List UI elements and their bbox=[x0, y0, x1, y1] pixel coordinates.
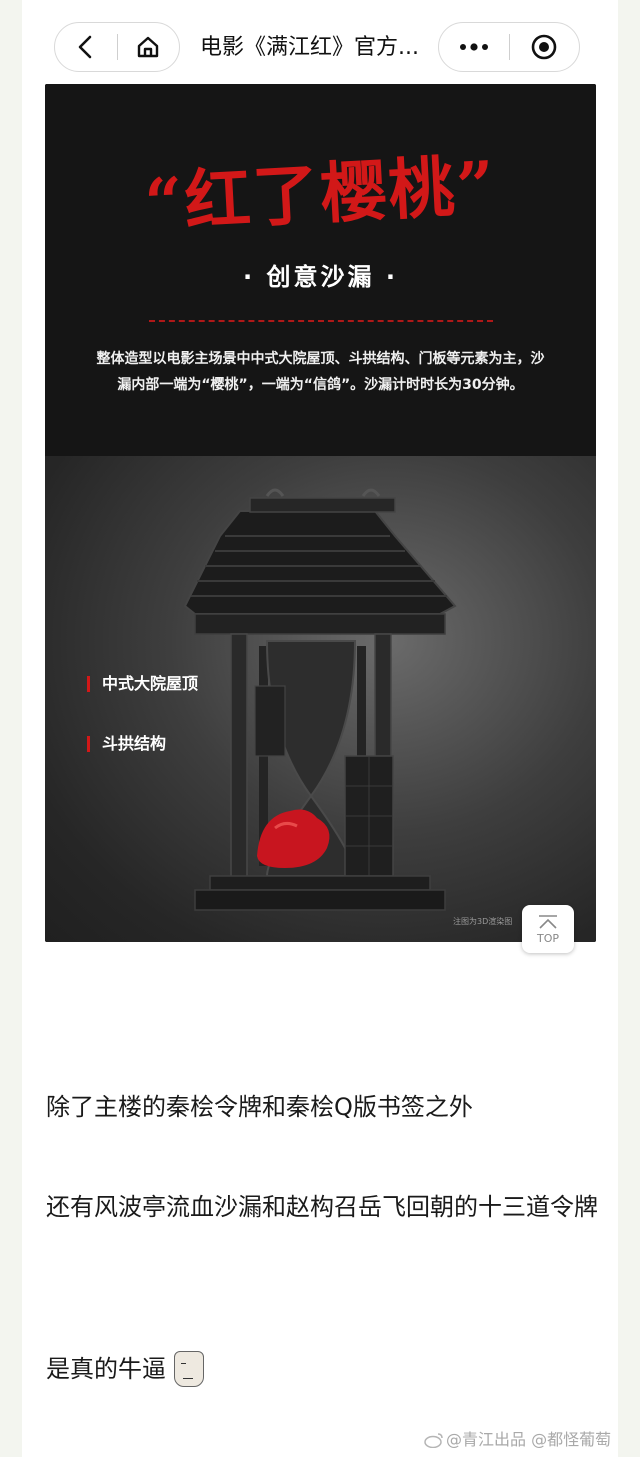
meme-face-icon bbox=[174, 1351, 204, 1387]
back-button[interactable] bbox=[55, 23, 117, 71]
article-paragraph-text: 是真的牛逼 bbox=[46, 1355, 166, 1383]
chevron-up-icon bbox=[539, 915, 557, 929]
top-bar: 电影《满江红》官方... bbox=[0, 0, 640, 86]
poster-divider bbox=[149, 320, 493, 322]
article-paragraph: 还有风波亭流血沙漏和赵构召岳飞回朝的十三道令牌 bbox=[46, 1193, 598, 1221]
article-paragraph: 除了主楼的秦桧令牌和秦桧Q版书签之外 bbox=[46, 1093, 473, 1121]
tag-marker bbox=[87, 736, 90, 752]
article-paragraph: 是真的牛逼 bbox=[46, 1348, 606, 1390]
back-to-top-button[interactable]: TOP bbox=[522, 905, 574, 953]
watermark-text: @青江出品 @都怪葡萄 bbox=[446, 1430, 612, 1449]
poster-render-note: 注图为3D渲染图 bbox=[453, 917, 513, 926]
tag-label: 中式大院屋顶 bbox=[102, 674, 199, 693]
more-dots-icon bbox=[459, 43, 488, 51]
close-button[interactable] bbox=[510, 23, 580, 71]
page-title: 电影《满江红》官方... bbox=[200, 35, 419, 60]
poster-tag-bracket: 斗拱结构 bbox=[87, 732, 166, 756]
home-button[interactable] bbox=[117, 23, 179, 71]
product-poster-image: “红了樱桃” · 创意沙漏 · 整体造型以电影主场景中中式大院屋顶、斗拱结构、门… bbox=[45, 84, 596, 942]
weibo-watermark: @青江出品 @都怪葡萄 bbox=[424, 1429, 611, 1451]
chevron-left-icon bbox=[78, 35, 92, 59]
weibo-icon bbox=[424, 1433, 443, 1448]
tag-marker bbox=[87, 676, 90, 692]
poster-description: 整体造型以电影主场景中中式大院屋顶、斗拱结构、门板等元素为主，沙漏内部一端为“樱… bbox=[96, 351, 545, 393]
nav-capsule-left bbox=[54, 22, 180, 72]
poster-tag-roof: 中式大院屋顶 bbox=[87, 672, 198, 696]
tag-label: 斗拱结构 bbox=[102, 734, 167, 753]
nav-capsule-right bbox=[438, 22, 580, 72]
poster-subtitle: · 创意沙漏 · bbox=[243, 263, 398, 291]
home-icon bbox=[138, 36, 159, 58]
more-button[interactable] bbox=[439, 23, 509, 71]
target-close-icon bbox=[531, 34, 557, 60]
hourglass-illustration bbox=[183, 488, 457, 911]
back-to-top-label: TOP bbox=[536, 932, 559, 945]
